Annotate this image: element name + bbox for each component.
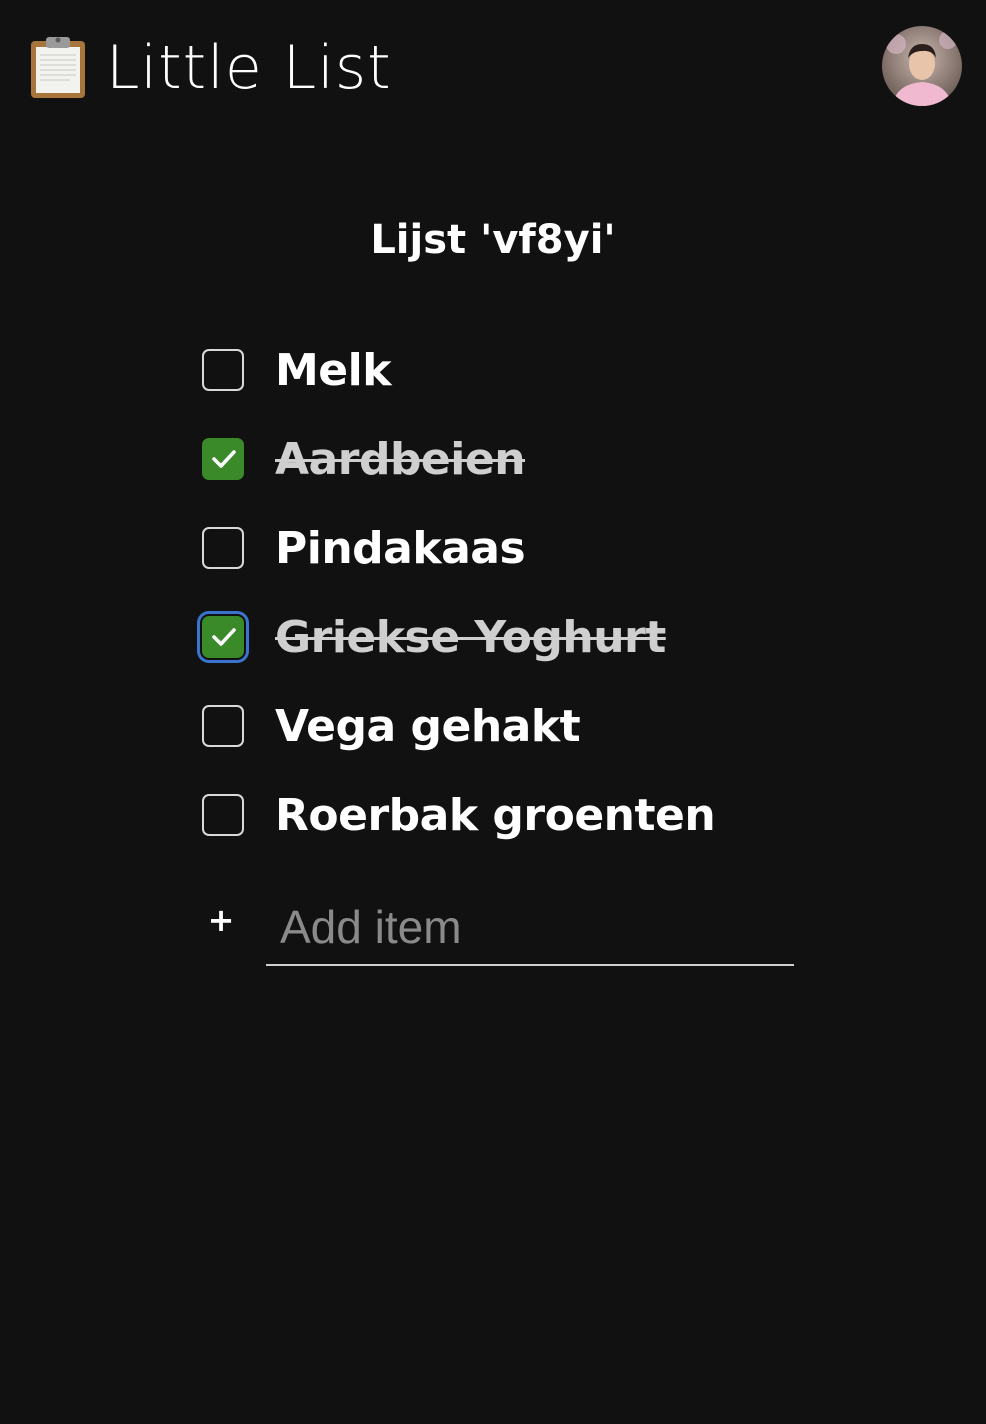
add-item-row: +: [195, 884, 795, 968]
checkmark-icon: [212, 450, 236, 468]
item-checkbox[interactable]: [202, 438, 244, 480]
item-label: Melk: [275, 345, 391, 396]
item-checkbox[interactable]: [202, 705, 244, 747]
plus-icon[interactable]: +: [205, 896, 237, 944]
list-item: Roerbak groenten: [195, 781, 815, 851]
item-label: Vega gehakt: [275, 701, 581, 752]
item-checkbox[interactable]: [202, 349, 244, 391]
item-checkbox[interactable]: [202, 794, 244, 836]
list-item: Aardbeien: [195, 425, 815, 495]
list-item: Pindakaas: [195, 514, 815, 584]
item-label: Griekse Yoghurt: [275, 612, 666, 663]
item-label: Aardbeien: [275, 434, 526, 485]
add-item-input[interactable]: [266, 890, 794, 966]
list-title: Lijst 'vf8yi': [370, 216, 616, 263]
app-title: Little List: [106, 33, 392, 103]
list-item: Melk: [195, 336, 815, 406]
item-label: Pindakaas: [275, 523, 526, 574]
checkmark-icon: [212, 628, 236, 646]
item-label: Roerbak groenten: [275, 790, 716, 841]
item-checkbox[interactable]: [197, 611, 249, 663]
clipboard-icon: [30, 35, 86, 99]
list-item: Griekse Yoghurt: [195, 603, 815, 673]
app-header: Little List: [0, 0, 986, 140]
user-avatar[interactable]: [882, 26, 962, 106]
item-checkbox[interactable]: [202, 527, 244, 569]
list-item: Vega gehakt: [195, 692, 815, 762]
